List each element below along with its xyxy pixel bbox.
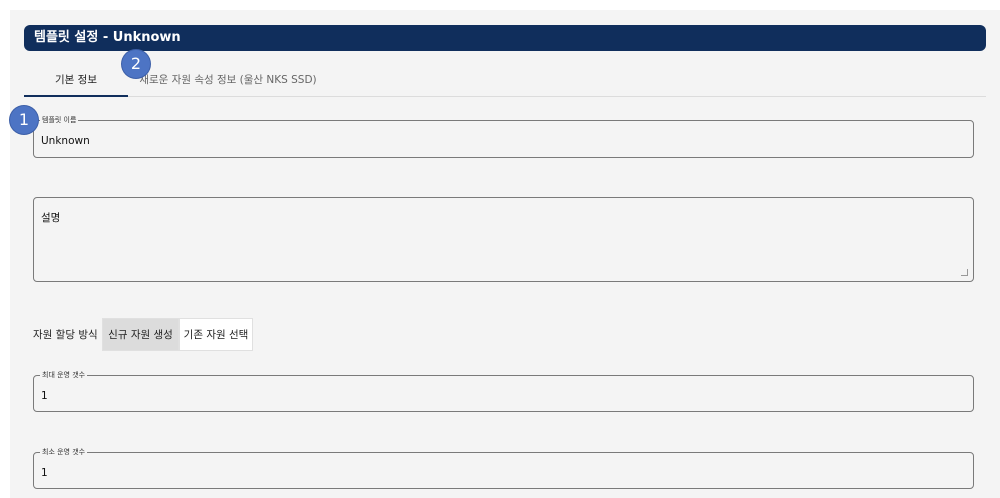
description-placeholder: 설명 [41,212,61,224]
min-count-field[interactable]: 최소 운영 갯수 1 [33,447,974,489]
allocation-method-label: 자원 할당 방식 [33,329,98,341]
min-count-value: 1 [41,467,48,479]
new-resource-button[interactable]: 신규 자원 생성 [102,318,179,351]
page-title: 템플릿 설정 - Unknown [24,25,986,51]
resize-handle-icon[interactable] [961,269,968,276]
description-textarea[interactable]: 설명 [33,197,974,282]
existing-resource-button[interactable]: 기존 자원 선택 [179,318,253,351]
max-count-field[interactable]: 최대 운영 갯수 1 [33,370,974,412]
step-badge-2: 2 [122,50,150,78]
min-count-label: 최소 운영 갯수 [40,447,88,457]
tab-resource-attributes[interactable]: 새로운 자원 속성 정보 (울산 NKS SSD) [128,64,328,96]
tab-basic-info[interactable]: 기본 정보 [24,64,128,97]
step-badge-1: 1 [10,106,38,134]
max-count-value: 1 [41,390,48,402]
tab-bar: 기본 정보 새로운 자원 속성 정보 (울산 NKS SSD) [24,64,986,97]
template-name-value: Unknown [41,135,90,147]
max-count-label: 최대 운영 갯수 [40,370,88,380]
template-name-label: 템플릿 이름 [40,115,79,125]
template-name-field[interactable]: 템플릿 이름 Unknown [33,115,974,158]
